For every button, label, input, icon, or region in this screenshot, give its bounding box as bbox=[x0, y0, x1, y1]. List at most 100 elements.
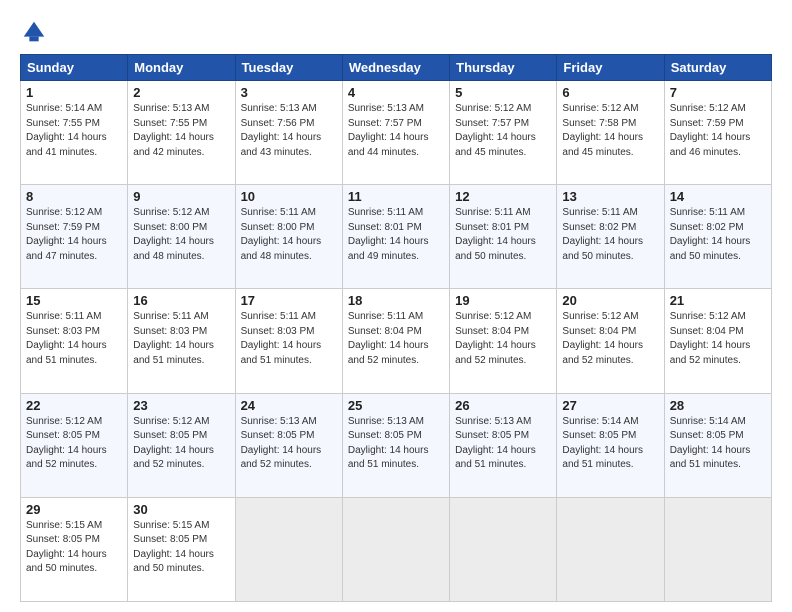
day-info: Sunrise: 5:11 AMSunset: 8:01 PMDaylight:… bbox=[455, 207, 536, 262]
calendar-cell: 7 Sunrise: 5:12 AMSunset: 7:59 PMDayligh… bbox=[664, 81, 771, 185]
logo-icon bbox=[20, 18, 48, 46]
day-info: Sunrise: 5:12 AMSunset: 8:04 PMDaylight:… bbox=[670, 311, 751, 366]
calendar-cell: 25 Sunrise: 5:13 AMSunset: 8:05 PMDaylig… bbox=[342, 393, 449, 497]
day-number: 26 bbox=[455, 398, 551, 413]
calendar-cell bbox=[235, 497, 342, 601]
calendar-cell: 1 Sunrise: 5:14 AMSunset: 7:55 PMDayligh… bbox=[21, 81, 128, 185]
day-number: 6 bbox=[562, 85, 658, 100]
day-info: Sunrise: 5:11 AMSunset: 8:03 PMDaylight:… bbox=[241, 311, 322, 366]
calendar-cell: 17 Sunrise: 5:11 AMSunset: 8:03 PMDaylig… bbox=[235, 289, 342, 393]
day-info: Sunrise: 5:15 AMSunset: 8:05 PMDaylight:… bbox=[133, 520, 214, 575]
day-number: 19 bbox=[455, 293, 551, 308]
header bbox=[20, 18, 772, 46]
calendar-cell: 30 Sunrise: 5:15 AMSunset: 8:05 PMDaylig… bbox=[128, 497, 235, 601]
day-number: 27 bbox=[562, 398, 658, 413]
calendar-cell: 26 Sunrise: 5:13 AMSunset: 8:05 PMDaylig… bbox=[450, 393, 557, 497]
page: SundayMondayTuesdayWednesdayThursdayFrid… bbox=[0, 0, 792, 612]
calendar-cell: 23 Sunrise: 5:12 AMSunset: 8:05 PMDaylig… bbox=[128, 393, 235, 497]
calendar-week-row: 15 Sunrise: 5:11 AMSunset: 8:03 PMDaylig… bbox=[21, 289, 772, 393]
calendar-cell: 11 Sunrise: 5:11 AMSunset: 8:01 PMDaylig… bbox=[342, 185, 449, 289]
calendar-week-row: 8 Sunrise: 5:12 AMSunset: 7:59 PMDayligh… bbox=[21, 185, 772, 289]
header-day: Tuesday bbox=[235, 55, 342, 81]
header-day: Thursday bbox=[450, 55, 557, 81]
day-number: 14 bbox=[670, 189, 766, 204]
calendar-cell: 13 Sunrise: 5:11 AMSunset: 8:02 PMDaylig… bbox=[557, 185, 664, 289]
calendar-cell bbox=[557, 497, 664, 601]
calendar-week-row: 22 Sunrise: 5:12 AMSunset: 8:05 PMDaylig… bbox=[21, 393, 772, 497]
calendar-cell: 14 Sunrise: 5:11 AMSunset: 8:02 PMDaylig… bbox=[664, 185, 771, 289]
day-number: 9 bbox=[133, 189, 229, 204]
day-info: Sunrise: 5:11 AMSunset: 8:00 PMDaylight:… bbox=[241, 207, 322, 262]
header-day: Monday bbox=[128, 55, 235, 81]
day-number: 23 bbox=[133, 398, 229, 413]
day-number: 7 bbox=[670, 85, 766, 100]
calendar-cell: 22 Sunrise: 5:12 AMSunset: 8:05 PMDaylig… bbox=[21, 393, 128, 497]
day-number: 12 bbox=[455, 189, 551, 204]
day-number: 28 bbox=[670, 398, 766, 413]
day-info: Sunrise: 5:14 AMSunset: 7:55 PMDaylight:… bbox=[26, 103, 107, 158]
day-number: 22 bbox=[26, 398, 122, 413]
calendar-cell: 8 Sunrise: 5:12 AMSunset: 7:59 PMDayligh… bbox=[21, 185, 128, 289]
day-number: 13 bbox=[562, 189, 658, 204]
calendar-cell: 27 Sunrise: 5:14 AMSunset: 8:05 PMDaylig… bbox=[557, 393, 664, 497]
calendar-cell: 4 Sunrise: 5:13 AMSunset: 7:57 PMDayligh… bbox=[342, 81, 449, 185]
day-info: Sunrise: 5:11 AMSunset: 8:02 PMDaylight:… bbox=[670, 207, 751, 262]
calendar-cell: 3 Sunrise: 5:13 AMSunset: 7:56 PMDayligh… bbox=[235, 81, 342, 185]
day-info: Sunrise: 5:13 AMSunset: 7:57 PMDaylight:… bbox=[348, 103, 429, 158]
header-row: SundayMondayTuesdayWednesdayThursdayFrid… bbox=[21, 55, 772, 81]
calendar-cell: 28 Sunrise: 5:14 AMSunset: 8:05 PMDaylig… bbox=[664, 393, 771, 497]
day-info: Sunrise: 5:14 AMSunset: 8:05 PMDaylight:… bbox=[562, 416, 643, 471]
calendar-cell: 9 Sunrise: 5:12 AMSunset: 8:00 PMDayligh… bbox=[128, 185, 235, 289]
day-info: Sunrise: 5:14 AMSunset: 8:05 PMDaylight:… bbox=[670, 416, 751, 471]
day-number: 4 bbox=[348, 85, 444, 100]
day-info: Sunrise: 5:12 AMSunset: 8:05 PMDaylight:… bbox=[133, 416, 214, 471]
calendar-week-row: 29 Sunrise: 5:15 AMSunset: 8:05 PMDaylig… bbox=[21, 497, 772, 601]
day-info: Sunrise: 5:13 AMSunset: 8:05 PMDaylight:… bbox=[241, 416, 322, 471]
day-number: 11 bbox=[348, 189, 444, 204]
calendar-cell: 20 Sunrise: 5:12 AMSunset: 8:04 PMDaylig… bbox=[557, 289, 664, 393]
calendar-cell: 16 Sunrise: 5:11 AMSunset: 8:03 PMDaylig… bbox=[128, 289, 235, 393]
day-info: Sunrise: 5:12 AMSunset: 8:04 PMDaylight:… bbox=[455, 311, 536, 366]
calendar-cell: 5 Sunrise: 5:12 AMSunset: 7:57 PMDayligh… bbox=[450, 81, 557, 185]
calendar-cell: 21 Sunrise: 5:12 AMSunset: 8:04 PMDaylig… bbox=[664, 289, 771, 393]
day-number: 29 bbox=[26, 502, 122, 517]
calendar-cell: 12 Sunrise: 5:11 AMSunset: 8:01 PMDaylig… bbox=[450, 185, 557, 289]
calendar-cell: 10 Sunrise: 5:11 AMSunset: 8:00 PMDaylig… bbox=[235, 185, 342, 289]
day-info: Sunrise: 5:12 AMSunset: 7:59 PMDaylight:… bbox=[670, 103, 751, 158]
day-number: 15 bbox=[26, 293, 122, 308]
calendar-table: SundayMondayTuesdayWednesdayThursdayFrid… bbox=[20, 54, 772, 602]
day-info: Sunrise: 5:12 AMSunset: 7:59 PMDaylight:… bbox=[26, 207, 107, 262]
day-number: 10 bbox=[241, 189, 337, 204]
calendar-cell bbox=[450, 497, 557, 601]
day-number: 25 bbox=[348, 398, 444, 413]
day-info: Sunrise: 5:12 AMSunset: 8:04 PMDaylight:… bbox=[562, 311, 643, 366]
header-day: Sunday bbox=[21, 55, 128, 81]
day-number: 8 bbox=[26, 189, 122, 204]
calendar-cell: 18 Sunrise: 5:11 AMSunset: 8:04 PMDaylig… bbox=[342, 289, 449, 393]
day-info: Sunrise: 5:13 AMSunset: 8:05 PMDaylight:… bbox=[348, 416, 429, 471]
day-number: 5 bbox=[455, 85, 551, 100]
day-info: Sunrise: 5:13 AMSunset: 7:55 PMDaylight:… bbox=[133, 103, 214, 158]
day-info: Sunrise: 5:11 AMSunset: 8:03 PMDaylight:… bbox=[133, 311, 214, 366]
calendar-cell: 6 Sunrise: 5:12 AMSunset: 7:58 PMDayligh… bbox=[557, 81, 664, 185]
day-info: Sunrise: 5:15 AMSunset: 8:05 PMDaylight:… bbox=[26, 520, 107, 575]
day-info: Sunrise: 5:12 AMSunset: 7:58 PMDaylight:… bbox=[562, 103, 643, 158]
calendar-cell: 29 Sunrise: 5:15 AMSunset: 8:05 PMDaylig… bbox=[21, 497, 128, 601]
header-day: Saturday bbox=[664, 55, 771, 81]
calendar-cell bbox=[342, 497, 449, 601]
calendar-cell: 2 Sunrise: 5:13 AMSunset: 7:55 PMDayligh… bbox=[128, 81, 235, 185]
day-number: 3 bbox=[241, 85, 337, 100]
day-number: 24 bbox=[241, 398, 337, 413]
day-number: 20 bbox=[562, 293, 658, 308]
calendar-cell: 24 Sunrise: 5:13 AMSunset: 8:05 PMDaylig… bbox=[235, 393, 342, 497]
day-number: 2 bbox=[133, 85, 229, 100]
day-info: Sunrise: 5:11 AMSunset: 8:03 PMDaylight:… bbox=[26, 311, 107, 366]
day-number: 16 bbox=[133, 293, 229, 308]
day-info: Sunrise: 5:13 AMSunset: 8:05 PMDaylight:… bbox=[455, 416, 536, 471]
day-info: Sunrise: 5:13 AMSunset: 7:56 PMDaylight:… bbox=[241, 103, 322, 158]
day-info: Sunrise: 5:11 AMSunset: 8:01 PMDaylight:… bbox=[348, 207, 429, 262]
day-number: 30 bbox=[133, 502, 229, 517]
day-number: 18 bbox=[348, 293, 444, 308]
calendar-cell bbox=[664, 497, 771, 601]
calendar-cell: 19 Sunrise: 5:12 AMSunset: 8:04 PMDaylig… bbox=[450, 289, 557, 393]
